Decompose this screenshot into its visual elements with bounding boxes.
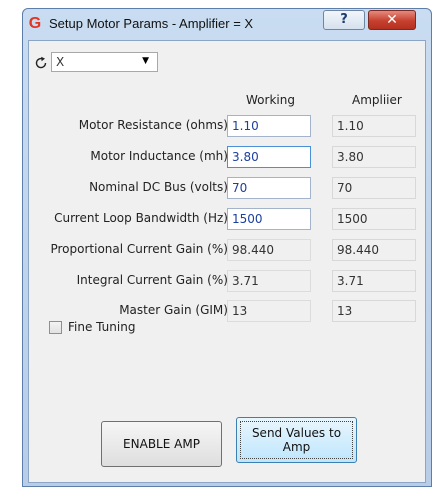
enable-amp-button[interactable]: ENABLE AMP (101, 421, 222, 467)
dialog-window: G Setup Motor Params - Amplifier = X ? ✕… (22, 8, 432, 487)
help-button[interactable]: ? (323, 10, 365, 30)
send-values-button-label: Send Values to Amp (252, 426, 341, 454)
integral-current-gain-amplifier-value: 3.71 (332, 270, 416, 292)
motor-resistance-amplifier-value: 1.10 (332, 115, 416, 137)
integral-current-gain-working-value: 3.71 (227, 270, 311, 292)
current-loop-bandwidth-label: Current Loop Bandwidth (Hz): (54, 211, 232, 225)
proportional-current-gain-label: Proportional Current Gain (%): (50, 242, 232, 256)
amplifier-column-header: Ampliier (352, 93, 402, 107)
chevron-down-icon: ▼ (142, 56, 149, 66)
focus-rectangle: Send Values to Amp (240, 421, 353, 459)
send-values-label-line2: Amp (282, 440, 311, 454)
nominal-dc-bus-amplifier-value: 70 (332, 177, 416, 199)
enable-amp-button-label: ENABLE AMP (123, 437, 200, 451)
master-gain-amplifier-value: 13 (332, 300, 416, 322)
nominal-dc-bus-working-input[interactable]: 70 (227, 177, 311, 199)
motor-inductance-label: Motor Inductance (mh): (90, 149, 232, 163)
close-button[interactable]: ✕ (368, 10, 416, 30)
dialog-body: X ▼ Working Ampliier Motor Resistance (o… (28, 40, 426, 483)
integral-current-gain-label: Integral Current Gain (%): (76, 273, 232, 287)
motor-resistance-working-input[interactable]: 1.10 (227, 115, 311, 137)
motor-inductance-amplifier-value: 3.80 (332, 146, 416, 168)
amplifier-select-value: X (56, 55, 65, 69)
motor-inductance-working-input[interactable]: 3.80 (227, 146, 311, 168)
fine-tuning-checkbox[interactable] (49, 321, 62, 334)
proportional-current-gain-amplifier-value: 98.440 (332, 239, 416, 261)
title-bar[interactable]: G Setup Motor Params - Amplifier = X ? ✕ (23, 9, 431, 39)
amplifier-select[interactable]: X ▼ (51, 52, 158, 72)
window-title: Setup Motor Params - Amplifier = X (49, 16, 254, 31)
refresh-icon[interactable] (34, 56, 48, 70)
working-column-header: Working (246, 93, 295, 107)
current-loop-bandwidth-amplifier-value: 1500 (332, 208, 416, 230)
nominal-dc-bus-label: Nominal DC Bus (volts): (89, 180, 232, 194)
motor-resistance-label: Motor Resistance (ohms): (78, 118, 232, 132)
proportional-current-gain-working-value: 98.440 (227, 239, 311, 261)
app-logo-icon: G (28, 15, 42, 32)
send-values-label-line1: Send Values to (251, 426, 342, 440)
master-gain-working-value: 13 (227, 300, 311, 322)
master-gain-label: Master Gain (GIM): (119, 303, 232, 317)
send-values-button[interactable]: Send Values to Amp (236, 417, 357, 463)
current-loop-bandwidth-working-input[interactable]: 1500 (227, 208, 311, 230)
fine-tuning-label[interactable]: Fine Tuning (68, 320, 135, 334)
